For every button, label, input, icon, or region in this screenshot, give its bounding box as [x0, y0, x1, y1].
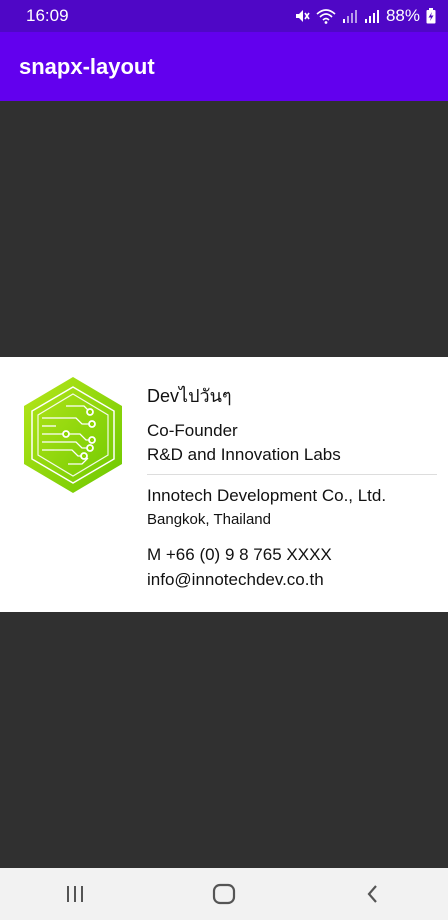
- status-icons: 88%: [294, 6, 436, 26]
- phone-number: M +66 (0) 9 8 765 XXXX: [147, 545, 332, 564]
- battery-percent: 88%: [385, 6, 420, 25]
- content-area: Devไปวันๆ Co-Founder R&D and Innovation …: [0, 101, 448, 868]
- circuit-hexagon-logo: [24, 377, 122, 493]
- wifi-icon: [316, 9, 336, 24]
- status-time: 16:09: [26, 6, 69, 25]
- signal-icon: [364, 10, 379, 23]
- battery-charging-icon: [426, 8, 436, 24]
- location: Bangkok, Thailand: [147, 511, 271, 528]
- recents-icon: [66, 886, 83, 902]
- job-title: Co-Founder: [147, 421, 238, 440]
- navigation-bar: [0, 868, 448, 920]
- status-bar: 16:09 88%: [0, 0, 448, 32]
- home-icon: [212, 883, 236, 905]
- app-bar: snapx-layout: [0, 32, 448, 101]
- recents-button[interactable]: [45, 874, 105, 914]
- home-button[interactable]: [194, 874, 254, 914]
- back-icon: [367, 885, 378, 903]
- mute-icon: [295, 10, 310, 22]
- person-name: Devไปวันๆ: [147, 386, 232, 406]
- signal-icon: [342, 10, 357, 23]
- app-title: snapx-layout: [19, 53, 155, 79]
- back-button[interactable]: [343, 874, 403, 914]
- email-address: info@innotechdev.co.th: [147, 570, 324, 589]
- company-name: Innotech Development Co., Ltd.: [147, 486, 387, 505]
- business-card: Devไปวันๆ Co-Founder R&D and Innovation …: [0, 357, 448, 612]
- department: R&D and Innovation Labs: [147, 445, 341, 464]
- divider: [147, 474, 437, 475]
